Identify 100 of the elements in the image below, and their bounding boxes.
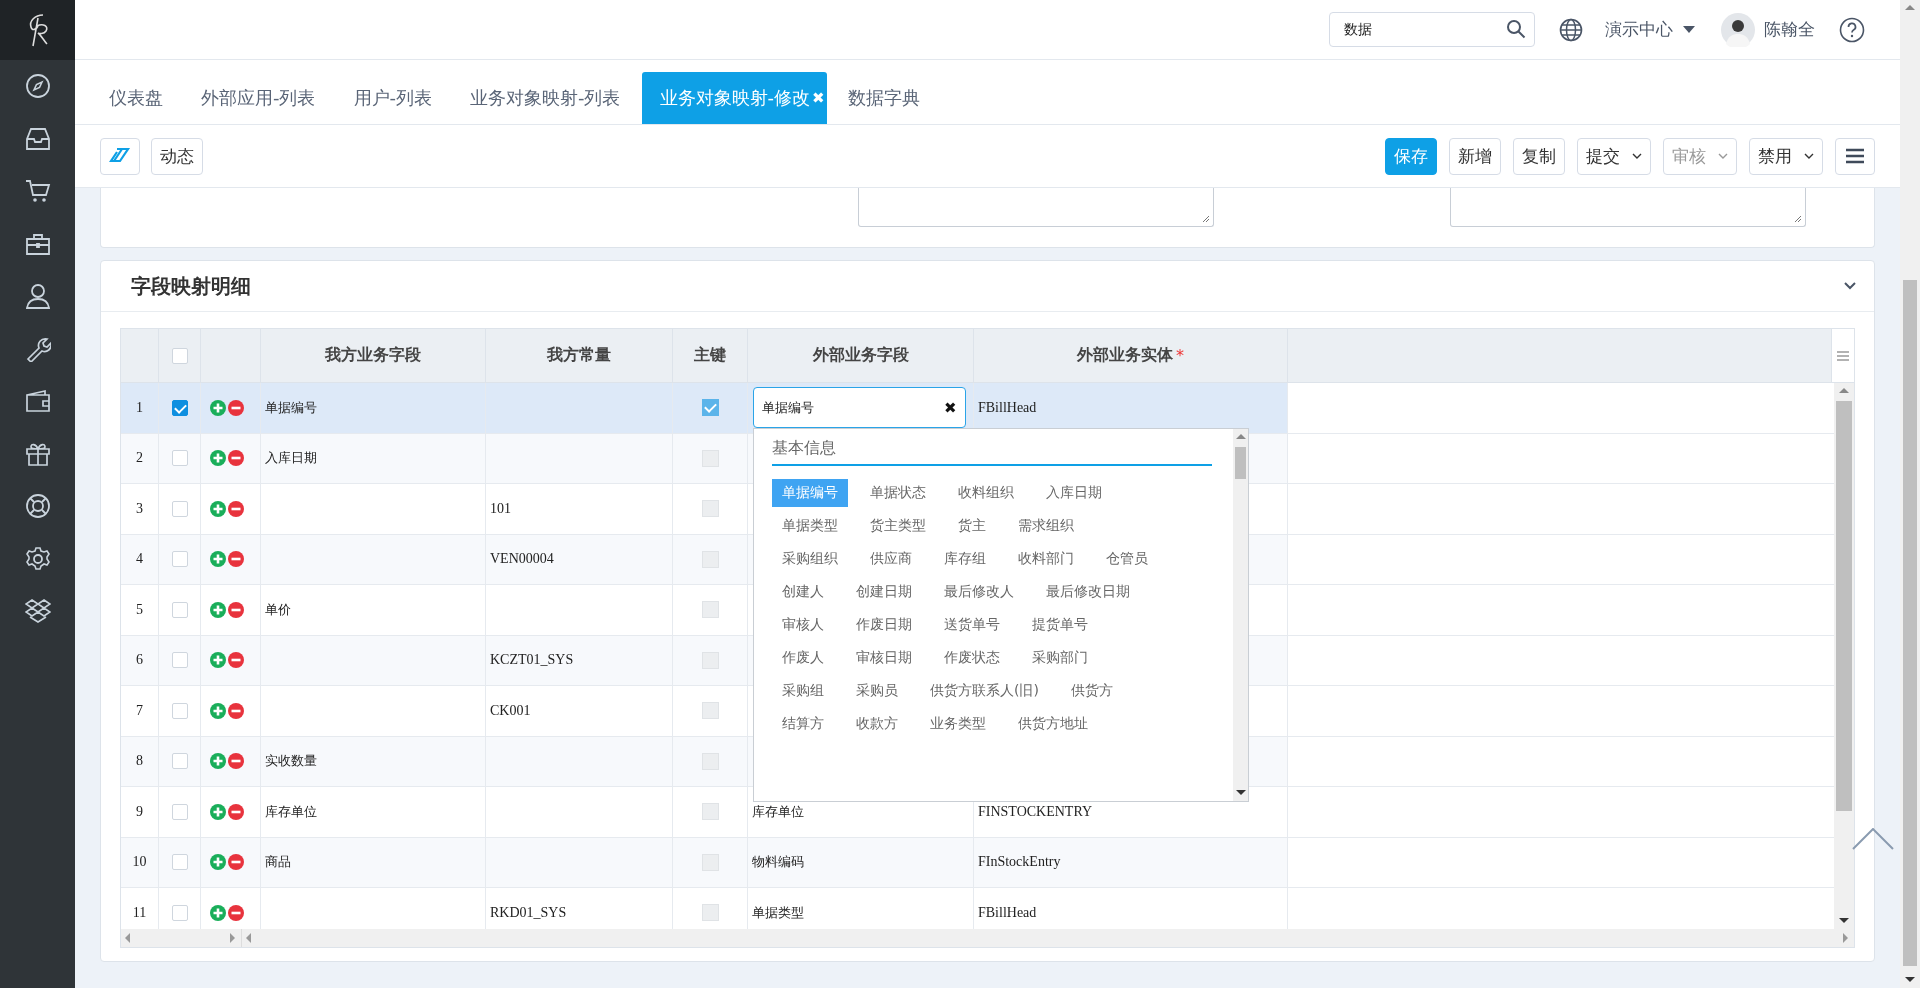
dropdown-option[interactable]: 供货方 bbox=[1060, 676, 1123, 705]
wallet-icon[interactable] bbox=[24, 389, 51, 414]
dropdown-option[interactable]: 供货方联系人(旧) bbox=[920, 676, 1049, 705]
tab[interactable]: 数据字典 bbox=[830, 72, 937, 124]
dropdown-option[interactable]: 采购员 bbox=[846, 676, 908, 705]
remove-icon[interactable] bbox=[228, 904, 244, 921]
menu-button[interactable] bbox=[1835, 137, 1875, 175]
dropdown-option[interactable]: 供货方地址 bbox=[1008, 709, 1098, 738]
menu-icon[interactable] bbox=[1837, 350, 1849, 361]
dropdown-option[interactable]: 库存组 bbox=[934, 544, 996, 573]
column-header[interactable]: 我方常量 bbox=[486, 329, 673, 382]
compass-icon[interactable] bbox=[24, 73, 51, 100]
dropdown-option[interactable]: 单据状态 bbox=[860, 478, 936, 507]
dropdown-option[interactable]: 审核人 bbox=[772, 610, 834, 639]
dropdown-button[interactable]: 提交 bbox=[1577, 137, 1651, 175]
checkbox[interactable] bbox=[171, 399, 188, 416]
tab[interactable]: 用户-列表 bbox=[336, 72, 449, 124]
table-row[interactable]: 10 商品 物料编码 FInStockEntry bbox=[121, 837, 1834, 888]
dropdown-option[interactable]: 供应商 bbox=[860, 544, 922, 573]
activity-button[interactable]: 动态 bbox=[151, 137, 203, 175]
scrollbar[interactable] bbox=[1900, 0, 1920, 988]
table-cell: 库存单位 bbox=[752, 802, 804, 821]
search-icon[interactable] bbox=[1506, 19, 1526, 39]
select-field[interactable]: 单据编号 ✖ bbox=[753, 387, 966, 429]
user-name[interactable]: 陈翰全 bbox=[1764, 18, 1815, 41]
table-cell: 入库日期 bbox=[265, 449, 317, 468]
column-header[interactable]: 外部业务实体 * bbox=[974, 329, 1288, 382]
dropdown-option[interactable]: 仓管员 bbox=[1096, 544, 1158, 573]
avatar[interactable] bbox=[1721, 12, 1755, 47]
add-icon[interactable] bbox=[210, 753, 226, 770]
remove-icon[interactable] bbox=[228, 652, 244, 669]
remove-icon[interactable] bbox=[228, 500, 244, 517]
column-header[interactable]: 外部业务字段 bbox=[748, 329, 974, 382]
dropdown-option[interactable]: 收料组织 bbox=[948, 478, 1024, 507]
add-icon[interactable] bbox=[210, 652, 226, 669]
remove-icon[interactable] bbox=[228, 551, 244, 568]
table-row[interactable]: 9 库存单位 库存单位 FINSTOCKENTRY bbox=[121, 787, 1834, 838]
column-header[interactable]: 主键 bbox=[673, 329, 748, 382]
add-icon[interactable] bbox=[210, 854, 226, 871]
scrollbar[interactable] bbox=[1233, 429, 1248, 801]
briefcase-icon[interactable] bbox=[24, 231, 51, 256]
add-icon[interactable] bbox=[210, 803, 226, 820]
remove-icon[interactable] bbox=[228, 702, 244, 719]
add-icon[interactable] bbox=[210, 904, 226, 921]
remove-icon[interactable] bbox=[228, 803, 244, 820]
tab[interactable]: 业务对象映射-列表 bbox=[453, 72, 638, 124]
inbox-icon[interactable] bbox=[24, 126, 51, 151]
user-icon[interactable] bbox=[24, 283, 51, 310]
dropdown-option[interactable]: 作废日期 bbox=[846, 610, 922, 639]
table-row[interactable]: 1 单据编号 单据编号 ✖ FBillHead bbox=[121, 383, 1834, 434]
add-icon[interactable] bbox=[210, 702, 226, 719]
dropdown-option[interactable]: 作废人 bbox=[772, 643, 834, 672]
search-field[interactable]: 数据 bbox=[1329, 12, 1535, 47]
box-icon[interactable] bbox=[24, 598, 51, 625]
add-icon[interactable] bbox=[210, 399, 226, 416]
organization-dropdown[interactable]: 演示中心 bbox=[1605, 18, 1695, 41]
row-number: 7 bbox=[136, 702, 143, 719]
help-icon[interactable] bbox=[1839, 16, 1865, 43]
text-area[interactable] bbox=[858, 188, 1214, 227]
remove-icon[interactable] bbox=[228, 854, 244, 871]
dropdown-option[interactable]: 结算方 bbox=[772, 709, 834, 738]
dropdown-option[interactable]: 收款方 bbox=[846, 709, 908, 738]
chevron-up-icon[interactable] bbox=[1852, 828, 1894, 850]
wrench-icon[interactable] bbox=[24, 335, 51, 362]
dropdown-option[interactable]: 采购组织 bbox=[772, 544, 848, 573]
remove-icon[interactable] bbox=[228, 450, 244, 467]
dropdown-option[interactable]: 收料部门 bbox=[1008, 544, 1084, 573]
eraser-button[interactable] bbox=[100, 137, 140, 175]
remove-icon[interactable] bbox=[228, 399, 244, 416]
scrollbar[interactable] bbox=[1834, 383, 1854, 929]
tab[interactable]: 仪表盘 bbox=[92, 72, 180, 124]
dropdown-option[interactable]: 入库日期 bbox=[1036, 478, 1112, 507]
remove-icon[interactable] bbox=[228, 601, 244, 618]
globe-icon[interactable] bbox=[1559, 17, 1583, 42]
checkbox[interactable] bbox=[701, 399, 719, 417]
add-icon[interactable] bbox=[210, 601, 226, 618]
dropdown-option[interactable]: 采购组 bbox=[772, 676, 834, 705]
dropdown-option[interactable]: 采购部门 bbox=[1022, 643, 1098, 672]
add-icon[interactable] bbox=[210, 450, 226, 467]
dropdown-option[interactable]: 提货单号 bbox=[1022, 610, 1098, 639]
dropdown-option[interactable]: 审核日期 bbox=[846, 643, 922, 672]
dropdown-button[interactable]: 禁用 bbox=[1749, 137, 1823, 175]
cart-icon[interactable] bbox=[24, 178, 51, 205]
dropdown-option[interactable]: 作废状态 bbox=[934, 643, 1010, 672]
toolbar-button[interactable]: 复制 bbox=[1513, 137, 1565, 175]
dropdown-option[interactable]: 送货单号 bbox=[934, 610, 1010, 639]
row-number: 6 bbox=[136, 652, 143, 669]
dropdown-option[interactable]: 业务类型 bbox=[920, 709, 996, 738]
text-area[interactable] bbox=[1450, 188, 1806, 227]
chevron-down-icon[interactable] bbox=[1844, 282, 1856, 290]
table-cell: FBillHead bbox=[978, 399, 1037, 416]
tab[interactable]: 外部应用-列表 bbox=[184, 72, 333, 124]
add-icon[interactable] bbox=[210, 551, 226, 568]
settings-icon[interactable] bbox=[24, 545, 51, 572]
row-number: 9 bbox=[136, 803, 143, 820]
toolbar-button[interactable]: 新增 bbox=[1449, 137, 1501, 175]
column-header[interactable]: 我方业务字段 bbox=[261, 329, 486, 382]
lifebuoy-icon[interactable] bbox=[24, 493, 51, 520]
add-icon[interactable] bbox=[210, 500, 226, 517]
remove-icon[interactable] bbox=[228, 753, 244, 770]
